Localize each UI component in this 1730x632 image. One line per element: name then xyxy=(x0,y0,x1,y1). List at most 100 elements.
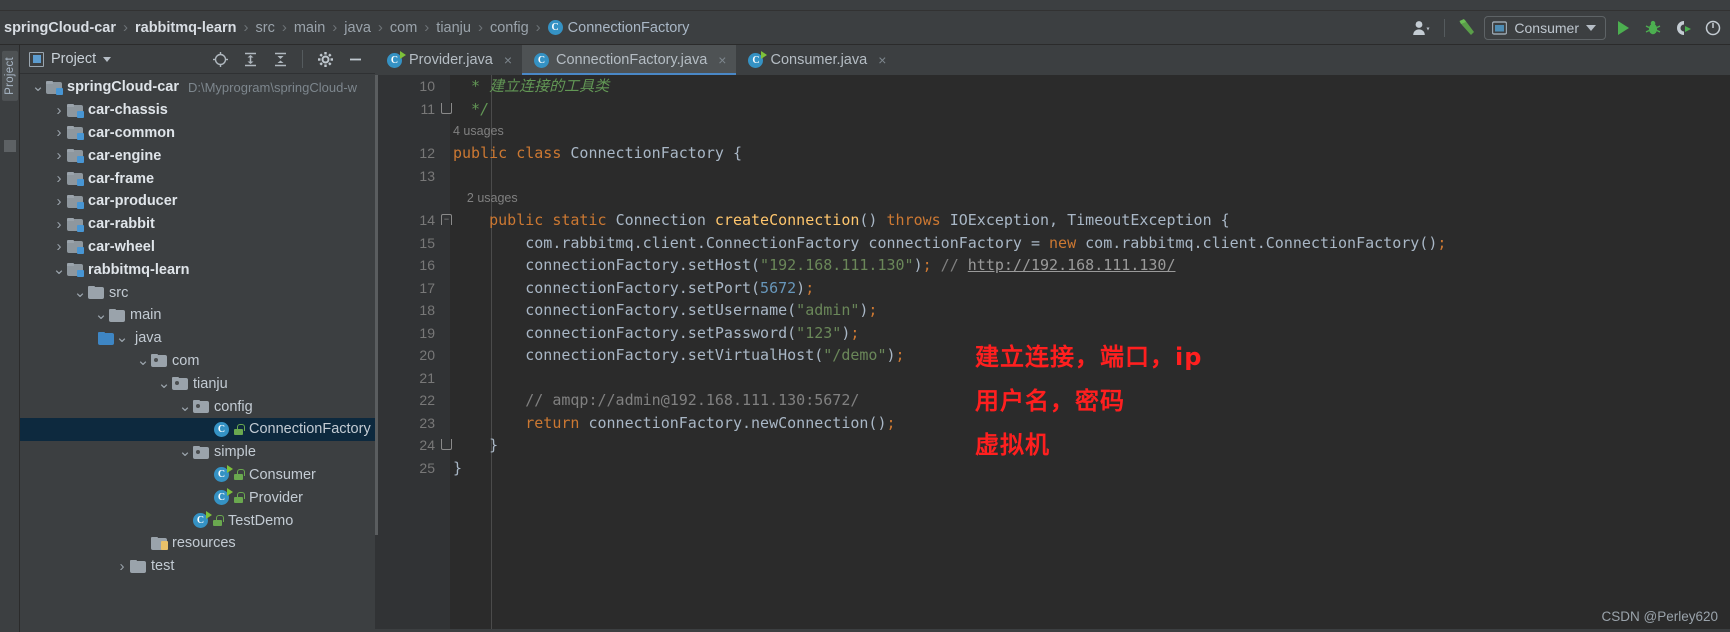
tree-item[interactable]: › car-frame xyxy=(20,167,375,190)
tree-item[interactable]: C Provider xyxy=(20,486,375,509)
breadcrumb-item-main[interactable]: main xyxy=(292,19,327,37)
tree-item[interactable]: › car-wheel xyxy=(20,236,375,259)
tree-item[interactable]: ⌄ java xyxy=(20,327,375,350)
tree-item[interactable]: ⌄ com xyxy=(20,350,375,373)
chevron-down-icon[interactable]: ⌄ xyxy=(114,330,130,345)
tree-item-label: tianju xyxy=(193,375,228,392)
code-usage-hint[interactable]: 2 usages xyxy=(375,187,1730,209)
chevron-right-icon[interactable]: › xyxy=(51,216,67,233)
fold-end-icon[interactable] xyxy=(441,439,452,450)
expand-all-icon[interactable] xyxy=(237,47,263,71)
tree-item[interactable]: › test xyxy=(20,555,375,578)
hide-icon[interactable] xyxy=(342,47,368,71)
chevron-down-icon[interactable]: ⌄ xyxy=(72,285,88,300)
code-line[interactable]: 18 connectionFactory.setUsername("admin"… xyxy=(375,299,1730,322)
ide-window: springCloud-car › rabbitmq-learn › src › main ›… xyxy=(0,0,1730,632)
usage-count-label[interactable]: 4 usages xyxy=(453,120,504,143)
breadcrumb-item-connectionfactory[interactable]: C ConnectionFactory xyxy=(546,19,692,37)
editor-tab-connectionfactory[interactable]: C ConnectionFactory.java × xyxy=(522,45,737,75)
breadcrumb-item-springcloud-car[interactable]: springCloud-car xyxy=(2,19,118,37)
code-line[interactable]: 11 */ xyxy=(375,98,1730,121)
breadcrumb-item-java[interactable]: java xyxy=(342,19,373,37)
tree-item[interactable]: ⌄ src xyxy=(20,281,375,304)
chevron-down-icon[interactable]: ⌄ xyxy=(51,262,67,277)
code-line[interactable]: 25} xyxy=(375,457,1730,480)
chevron-right-icon[interactable]: › xyxy=(51,102,67,119)
chevron-down-icon[interactable]: ⌄ xyxy=(93,307,109,322)
tree-item[interactable]: ⌄ simple xyxy=(20,441,375,464)
tree-item[interactable]: › car-chassis xyxy=(20,99,375,122)
chevron-down-icon[interactable] xyxy=(103,56,112,62)
tree-item[interactable]: resources xyxy=(20,532,375,555)
sidebar-tab-project[interactable]: Project xyxy=(2,51,18,101)
fold-collapse-icon[interactable]: − xyxy=(441,214,452,225)
tree-item[interactable]: C TestDemo xyxy=(20,509,375,532)
more-icon[interactable] xyxy=(1700,16,1726,40)
structure-tool-icon[interactable] xyxy=(4,140,16,152)
chevron-right-icon[interactable]: › xyxy=(51,170,67,187)
tree-item[interactable]: ⌄ config xyxy=(20,395,375,418)
chevron-right-icon[interactable]: › xyxy=(51,238,67,255)
hammer-icon[interactable] xyxy=(1454,16,1480,40)
chevron-right-icon[interactable]: › xyxy=(114,558,130,575)
close-icon[interactable]: × xyxy=(718,52,726,68)
tree-item[interactable]: › car-producer xyxy=(20,190,375,213)
run-with-coverage-icon[interactable] xyxy=(1670,16,1696,40)
code-area[interactable]: 10 * 建立连接的工具类 11 */4 usages 12 public class… xyxy=(375,75,1730,632)
module-folder-icon xyxy=(67,240,84,255)
editor-tab-provider[interactable]: C Provider.java × xyxy=(375,45,522,75)
chevron-down-icon[interactable]: ⌄ xyxy=(135,353,151,368)
tree-item[interactable]: C Consumer xyxy=(20,464,375,487)
tree-item-label: car-frame xyxy=(88,170,155,187)
breadcrumb-item-rabbitmq-learn[interactable]: rabbitmq-learn xyxy=(133,19,239,37)
run-configuration-selector[interactable]: Consumer xyxy=(1484,15,1606,40)
chevron-right-icon[interactable]: › xyxy=(51,124,67,141)
fold-end-icon[interactable] xyxy=(441,102,452,114)
chevron-down-icon[interactable]: ⌄ xyxy=(177,399,193,414)
editor-tab-consumer[interactable]: C Consumer.java × xyxy=(736,45,896,75)
usage-count-label[interactable]: 2 usages xyxy=(453,187,518,210)
close-icon[interactable]: × xyxy=(504,52,512,68)
code-line[interactable]: 10 * 建立连接的工具类 xyxy=(375,75,1730,98)
tree-item-selected[interactable]: C ConnectionFactory xyxy=(20,417,375,441)
breadcrumb-item-com[interactable]: com xyxy=(388,19,419,37)
debug-bug-icon[interactable] xyxy=(1640,16,1666,40)
breadcrumb-item-tianju[interactable]: tianju xyxy=(434,19,473,37)
user-icon[interactable] xyxy=(1409,16,1435,40)
editor-tab-bar[interactable]: C Provider.java × C ConnectionFactory.java × C… xyxy=(375,45,1730,75)
tree-item[interactable]: › car-engine xyxy=(20,144,375,167)
code-line[interactable]: 16 connectionFactory.setHost("192.168.11… xyxy=(375,254,1730,277)
tree-item[interactable]: › car-rabbit xyxy=(20,213,375,236)
chevron-right-icon[interactable]: › xyxy=(51,193,67,210)
breadcrumb-item-config[interactable]: config xyxy=(488,19,531,37)
code-line[interactable]: 15 com.rabbitmq.client.ConnectionFactory… xyxy=(375,232,1730,255)
settings-gear-icon[interactable] xyxy=(312,47,338,71)
code-line[interactable]: 14− public static Connection createConne… xyxy=(375,209,1730,232)
collapse-all-icon[interactable] xyxy=(267,47,293,71)
tree-item[interactable]: ⌄ main xyxy=(20,304,375,327)
code-token: ConnectionFactory xyxy=(570,144,724,162)
run-play-icon[interactable] xyxy=(1610,16,1636,40)
chevron-down-icon[interactable]: ⌄ xyxy=(156,376,172,391)
code-line[interactable]: 13 xyxy=(375,165,1730,188)
tree-item[interactable]: ⌄ springCloud-car D:\Myprogram\springCloud… xyxy=(20,76,375,99)
code-usage-hint[interactable]: 4 usages xyxy=(375,120,1730,142)
breadcrumb[interactable]: springCloud-car › rabbitmq-learn › src › main ›… xyxy=(0,19,1409,37)
chevron-right-icon[interactable]: › xyxy=(51,147,67,164)
locate-icon[interactable] xyxy=(207,47,233,71)
chevron-down-icon[interactable]: ⌄ xyxy=(177,444,193,459)
code-line[interactable]: 24 } xyxy=(375,434,1730,457)
module-folder-icon xyxy=(67,103,84,118)
code-token: () xyxy=(859,211,887,229)
chevron-down-icon[interactable]: ⌄ xyxy=(30,79,46,94)
project-tree[interactable]: ⌄ springCloud-car D:\Myprogram\springCloud… xyxy=(20,74,375,632)
tree-item[interactable]: ⌄ tianju xyxy=(20,372,375,395)
code-line[interactable]: 12 public class ConnectionFactory { xyxy=(375,142,1730,165)
breadcrumb-item-src[interactable]: src xyxy=(254,19,277,37)
close-icon[interactable]: × xyxy=(878,52,886,68)
code-token: connectionFactory.setPassword( xyxy=(453,323,797,342)
tree-item[interactable]: ⌄ rabbitmq-learn xyxy=(20,258,375,281)
tree-item[interactable]: › car-common xyxy=(20,122,375,145)
code-link[interactable]: http://192.168.111.130/ xyxy=(968,256,1176,274)
code-line[interactable]: 17 connectionFactory.setPort(5672); xyxy=(375,277,1730,300)
